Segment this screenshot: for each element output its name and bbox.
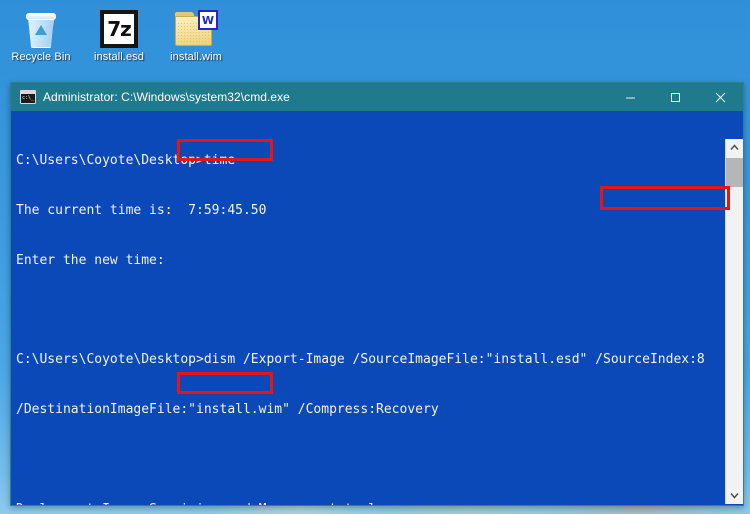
folder-wim-icon: W xyxy=(157,4,235,48)
cmd-console-icon xyxy=(20,90,36,104)
sevenzip-archive-icon: 7z xyxy=(80,4,158,48)
console-line: Deployment Image Servicing and Managemen… xyxy=(16,502,721,505)
wim-badge-glyph: W xyxy=(198,10,218,30)
window-controls xyxy=(608,83,743,111)
scrollbar-thumb[interactable] xyxy=(726,158,743,187)
recycle-bin-icon xyxy=(2,4,80,48)
console-scrollbar[interactable] xyxy=(725,139,743,504)
console-line: Enter the new time: xyxy=(16,252,165,268)
console-line: C:\Users\Coyote\Desktop>dism /Export-Ima… xyxy=(16,352,705,368)
console-line: The current time is: 7:59:45.50 xyxy=(16,202,267,218)
scrollbar-up-arrow-icon[interactable] xyxy=(726,139,743,156)
minimize-button[interactable] xyxy=(608,83,653,111)
desktop-icon-install-wim[interactable]: W install.wim xyxy=(157,4,235,64)
window-title: Administrator: C:\Windows\system32\cmd.e… xyxy=(43,90,290,104)
window-titlebar[interactable]: Administrator: C:\Windows\system32\cmd.e… xyxy=(11,83,743,111)
console-line: C:\Users\Coyote\Desktop>time xyxy=(16,153,236,169)
desktop-icon-recycle-bin[interactable]: Recycle Bin xyxy=(2,4,80,64)
desktop-icon-label: install.wim xyxy=(170,51,222,63)
scrollbar-down-arrow-icon[interactable] xyxy=(726,487,743,504)
command-prompt-window: Administrator: C:\Windows\system32\cmd.e… xyxy=(10,82,744,506)
console-text: C:\Users\Coyote\Desktop>time The current… xyxy=(16,120,721,505)
scrollbar-track[interactable] xyxy=(726,156,743,487)
desktop-icon-label: install.esd xyxy=(93,51,144,63)
maximize-button[interactable] xyxy=(653,83,698,111)
sevenzip-glyph: 7z xyxy=(100,10,138,48)
close-button[interactable] xyxy=(698,83,743,111)
desktop-icon-install-esd[interactable]: 7z install.esd xyxy=(80,4,158,64)
desktop-icon-label: Recycle Bin xyxy=(11,51,71,63)
console-line: /DestinationImageFile:"install.wim" /Com… xyxy=(16,402,439,418)
console-output-area[interactable]: C:\Users\Coyote\Desktop>time The current… xyxy=(11,111,743,505)
